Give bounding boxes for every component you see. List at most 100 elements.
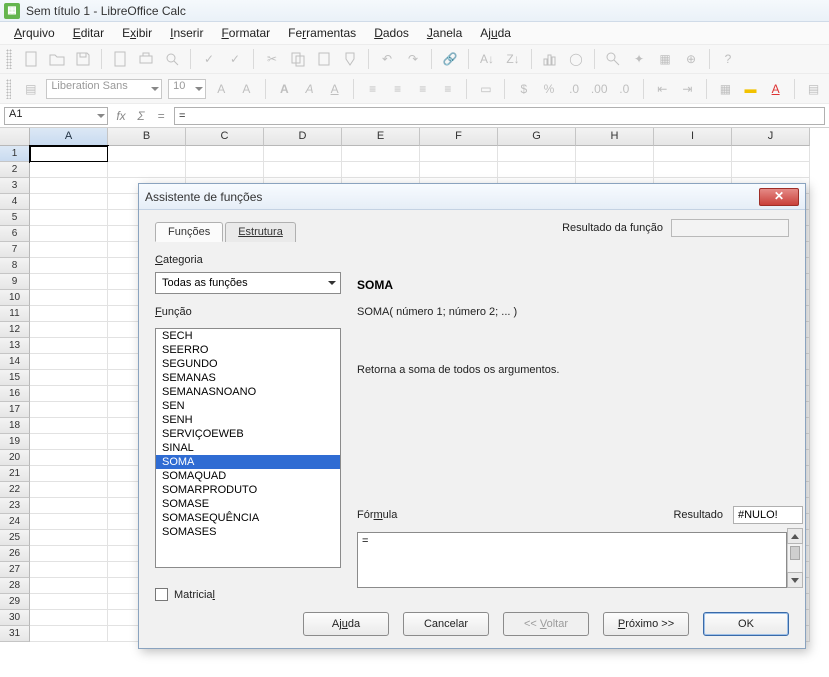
cell[interactable]: [30, 146, 108, 162]
remove-decimal-icon[interactable]: .0: [615, 78, 634, 100]
cell[interactable]: [30, 594, 108, 610]
cell[interactable]: [498, 162, 576, 178]
cell[interactable]: [30, 546, 108, 562]
cell[interactable]: [108, 162, 186, 178]
decrease-indent-icon[interactable]: ⇤: [653, 78, 672, 100]
cell[interactable]: [30, 434, 108, 450]
column-header[interactable]: C: [186, 128, 264, 146]
function-list-item[interactable]: SINAL: [156, 441, 340, 455]
menu-help[interactable]: Ajuda: [472, 24, 519, 42]
dialog-titlebar[interactable]: Assistente de funções ✕: [139, 184, 805, 210]
cell[interactable]: [420, 162, 498, 178]
highlight-color-icon[interactable]: ▬: [741, 78, 760, 100]
row-header[interactable]: 23: [0, 498, 30, 514]
menu-tools[interactable]: Ferramentas: [280, 24, 364, 42]
cell[interactable]: [30, 242, 108, 258]
cell[interactable]: [30, 466, 108, 482]
cell[interactable]: [108, 146, 186, 162]
row-header[interactable]: 1: [0, 146, 30, 162]
function-list-item[interactable]: SECH: [156, 329, 340, 343]
cell[interactable]: [30, 210, 108, 226]
cell[interactable]: [30, 290, 108, 306]
paste-icon[interactable]: [313, 48, 335, 70]
open-icon[interactable]: [46, 48, 68, 70]
row-header[interactable]: 3: [0, 178, 30, 194]
next-button[interactable]: Próximo >>: [603, 612, 689, 636]
cell[interactable]: [420, 146, 498, 162]
font-size-combo[interactable]: 10: [168, 79, 206, 99]
tab-structure[interactable]: Estrutura: [225, 222, 296, 242]
formula-scrollbar[interactable]: [787, 528, 803, 588]
cell[interactable]: [30, 306, 108, 322]
gallery-icon[interactable]: ▦: [654, 48, 676, 70]
name-box[interactable]: A1: [4, 107, 108, 125]
row-header[interactable]: 21: [0, 466, 30, 482]
function-list-item[interactable]: SEERRO: [156, 343, 340, 357]
copy-icon[interactable]: [287, 48, 309, 70]
cell[interactable]: [30, 178, 108, 194]
cell[interactable]: [30, 402, 108, 418]
function-list-item[interactable]: SEGUNDO: [156, 357, 340, 371]
save-icon[interactable]: [72, 48, 94, 70]
cell[interactable]: [30, 274, 108, 290]
row-header[interactable]: 31: [0, 626, 30, 642]
cell[interactable]: [30, 626, 108, 642]
cell[interactable]: [654, 162, 732, 178]
column-header[interactable]: H: [576, 128, 654, 146]
increase-indent-icon[interactable]: ⇥: [678, 78, 697, 100]
column-header[interactable]: B: [108, 128, 186, 146]
cell[interactable]: [30, 610, 108, 626]
row-header[interactable]: 29: [0, 594, 30, 610]
function-list-item[interactable]: SERVIÇOEWEB: [156, 427, 340, 441]
row-header[interactable]: 18: [0, 418, 30, 434]
percent-icon[interactable]: %: [539, 78, 558, 100]
row-header[interactable]: 26: [0, 546, 30, 562]
row-header[interactable]: 13: [0, 338, 30, 354]
scroll-up-icon[interactable]: [787, 528, 803, 544]
cell[interactable]: [30, 370, 108, 386]
chart-icon[interactable]: [539, 48, 561, 70]
cancel-button[interactable]: Cancelar: [403, 612, 489, 636]
row-header[interactable]: 4: [0, 194, 30, 210]
cell[interactable]: [30, 322, 108, 338]
font-color-icon[interactable]: A: [766, 78, 785, 100]
menu-data[interactable]: Dados: [366, 24, 417, 42]
new-icon[interactable]: [20, 48, 42, 70]
cell[interactable]: [30, 162, 108, 178]
function-list-item[interactable]: SOMAQUAD: [156, 469, 340, 483]
row-header[interactable]: 10: [0, 290, 30, 306]
underline-icon[interactable]: A: [325, 78, 344, 100]
cell[interactable]: [186, 162, 264, 178]
cell[interactable]: [30, 338, 108, 354]
toolbar-grip[interactable]: [6, 49, 12, 69]
bold-icon[interactable]: A: [275, 78, 294, 100]
styles-icon[interactable]: ▤: [21, 78, 40, 100]
cell[interactable]: [30, 498, 108, 514]
merge-cells-icon[interactable]: ▭: [476, 78, 495, 100]
function-list-item[interactable]: SENH: [156, 413, 340, 427]
sort-desc-icon[interactable]: Z↓: [502, 48, 524, 70]
menu-insert[interactable]: Inserir: [162, 24, 211, 42]
cell[interactable]: [30, 226, 108, 242]
spellcheck-icon[interactable]: ✓: [198, 48, 220, 70]
cell[interactable]: [342, 162, 420, 178]
row-header[interactable]: 27: [0, 562, 30, 578]
row-header[interactable]: 22: [0, 482, 30, 498]
font-size-decrease-icon[interactable]: A: [237, 78, 256, 100]
row-header[interactable]: 9: [0, 274, 30, 290]
clone-format-icon[interactable]: [339, 48, 361, 70]
row-header[interactable]: 15: [0, 370, 30, 386]
function-list-item[interactable]: SEMANAS: [156, 371, 340, 385]
column-header[interactable]: D: [264, 128, 342, 146]
print-preview-icon[interactable]: [161, 48, 183, 70]
cell[interactable]: [30, 258, 108, 274]
font-size-increase-icon[interactable]: A: [212, 78, 231, 100]
function-list-item[interactable]: SEMANASNOANO: [156, 385, 340, 399]
cell[interactable]: [576, 162, 654, 178]
category-combo[interactable]: Todas as funções: [155, 272, 341, 294]
align-right-icon[interactable]: ≡: [413, 78, 432, 100]
menu-file[interactable]: Arquivo: [6, 24, 63, 42]
cell[interactable]: [264, 162, 342, 178]
print-icon[interactable]: [135, 48, 157, 70]
cell[interactable]: [342, 146, 420, 162]
